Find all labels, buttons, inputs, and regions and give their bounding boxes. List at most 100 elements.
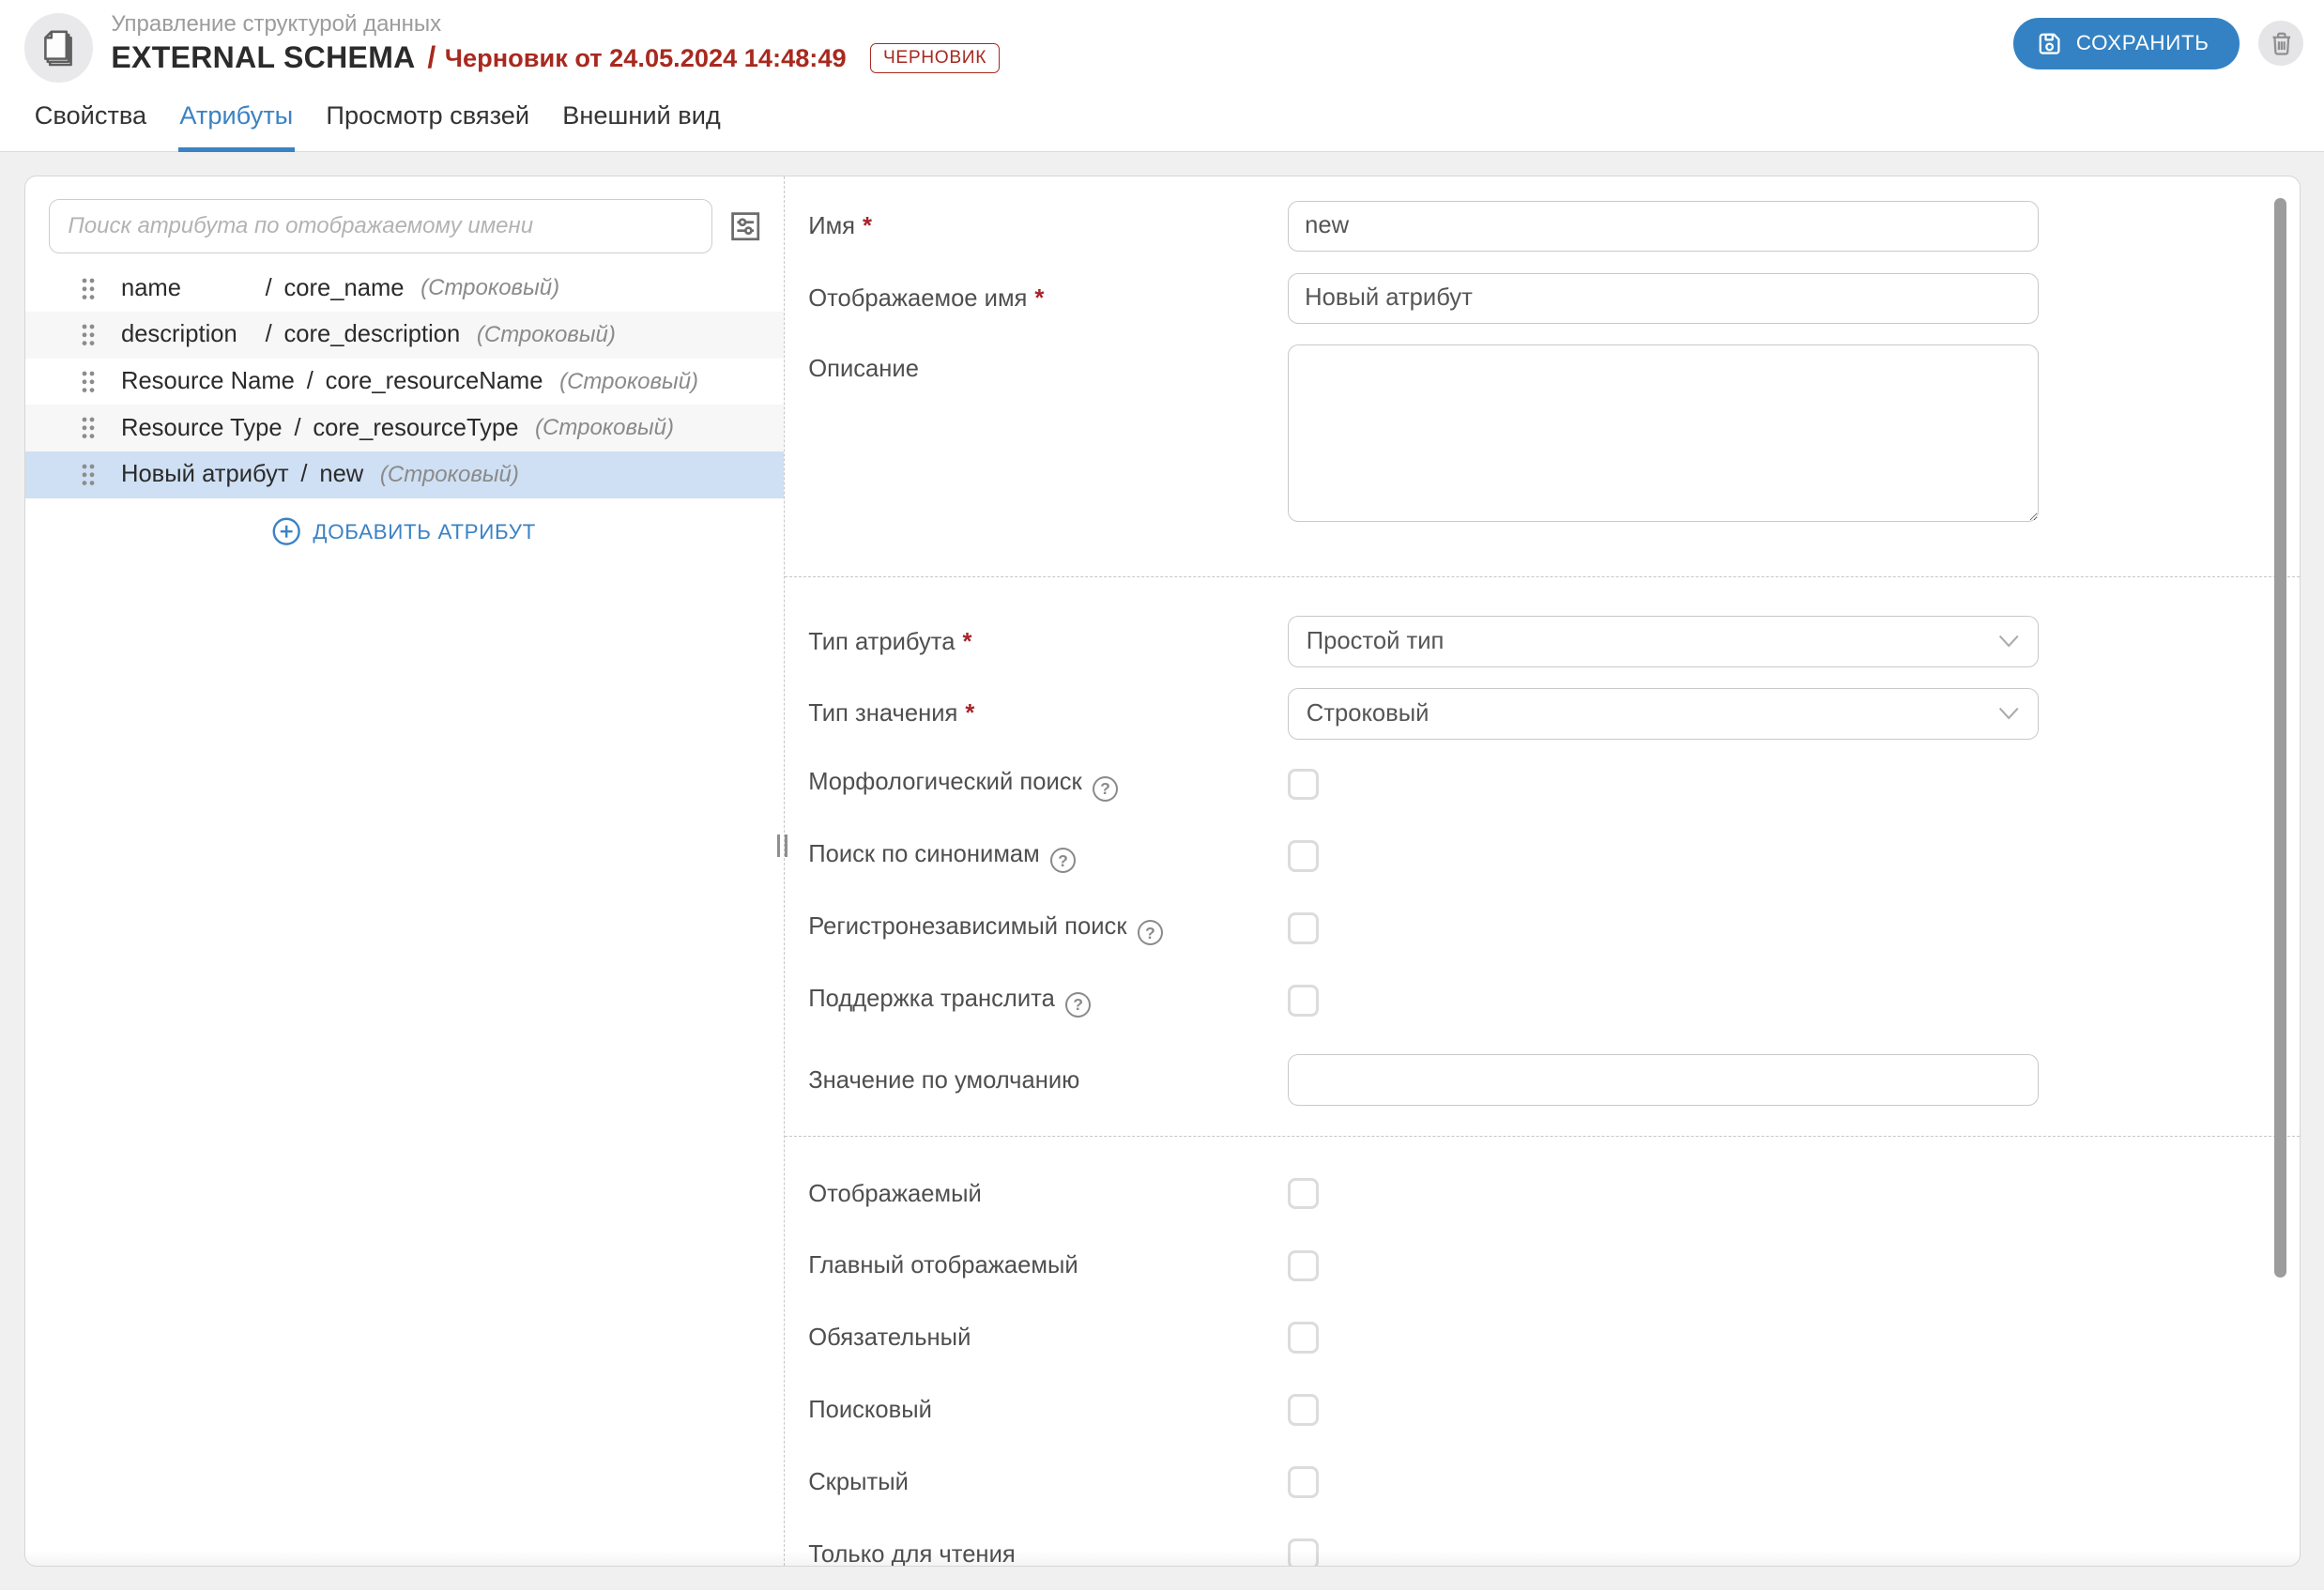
attr-row-description[interactable]: description / core_description (Строковы… [25, 312, 784, 359]
drag-dots-icon[interactable] [81, 277, 96, 301]
chevron-down-icon [1998, 707, 2019, 720]
splitter-grip[interactable] [777, 834, 787, 857]
delete-button[interactable] [2258, 21, 2303, 66]
tab-relations[interactable]: Просмотр связей [310, 87, 546, 151]
hidden-checkbox[interactable] [1288, 1466, 1320, 1498]
field-label-main-displayed: Главный отображаемый [808, 1250, 1287, 1280]
field-label-translit-support: Поддержка транслита? [808, 984, 1287, 1018]
attr-system-name: new [319, 461, 363, 488]
attr-row-new-selected[interactable]: Новый атрибут / new (Строковый) [25, 452, 784, 498]
attr-row-resource-name[interactable]: Resource Name / core_resourceName (Строк… [25, 359, 784, 406]
field-label-attribute-type: Тип атрибута* [808, 627, 1287, 657]
default-value-field[interactable] [1288, 1054, 2039, 1105]
question-circle-icon[interactable]: ? [1138, 920, 1163, 945]
drag-dots-icon[interactable] [81, 416, 96, 440]
attr-type: (Строковый) [420, 275, 559, 301]
page-title: EXTERNAL SCHEMA [111, 40, 415, 75]
flag-list: Отображаемый Главный отображаемый Обязат… [808, 1175, 2272, 1566]
attr-separator: / [266, 275, 272, 302]
draft-badge: ЧЕРНОВИК [870, 43, 1000, 73]
search-settings-button[interactable] [726, 207, 766, 246]
title-separator: / [427, 40, 436, 75]
draft-status-text: Черновик от 24.05.2024 14:48:49 [445, 43, 847, 73]
attr-display-name: Resource Name [121, 368, 295, 395]
add-attribute-label: ДОБАВИТЬ АТРИБУТ [313, 520, 536, 544]
save-button-label: СОХРАНИТЬ [2076, 31, 2209, 55]
attribute-type-select[interactable]: Простой тип [1288, 616, 2039, 666]
morphological-search-checkbox[interactable] [1288, 769, 1320, 801]
attr-type: (Строковый) [477, 322, 616, 348]
vertical-scrollbar-thumb[interactable] [2274, 198, 2286, 1278]
attr-type: (Строковый) [559, 369, 698, 395]
field-label-default-value: Значение по умолчанию [808, 1065, 1287, 1095]
attr-row-resource-type[interactable]: Resource Type / core_resourceType (Строк… [25, 405, 784, 452]
attr-system-name: core_name [283, 275, 404, 302]
tab-bar: Свойства Атрибуты Просмотр связей Внешни… [0, 87, 2324, 152]
app-subtitle: Управление структурой данных [111, 10, 2012, 38]
app-window: Управление структурой данных EXTERNAL SC… [0, 0, 2324, 1592]
value-type-value: Строковый [1307, 700, 1430, 727]
page-header: Управление структурой данных EXTERNAL SC… [0, 0, 2324, 87]
case-insensitive-search-checkbox[interactable] [1288, 912, 1320, 944]
drag-dots-icon[interactable] [81, 370, 96, 394]
tab-properties[interactable]: Свойства [18, 87, 163, 151]
attribute-search-input[interactable] [49, 199, 712, 253]
required-mark: * [965, 700, 974, 727]
content-area: name / core_name (Строковый) description… [0, 152, 2324, 1591]
field-label-name: Имя* [808, 211, 1287, 241]
field-label-morphological-search: Морфологический поиск? [808, 767, 1287, 801]
attr-display-name: name [121, 275, 253, 302]
question-circle-icon[interactable]: ? [1093, 776, 1118, 802]
attr-row-name[interactable]: name / core_name (Строковый) [25, 266, 784, 313]
question-circle-icon[interactable]: ? [1065, 992, 1091, 1018]
searchable-checkbox[interactable] [1288, 1394, 1320, 1426]
attr-separator: / [307, 368, 313, 395]
panel-splitter[interactable] [784, 176, 785, 1566]
attribute-type-value: Простой тип [1307, 628, 1445, 655]
question-circle-icon[interactable]: ? [1050, 848, 1076, 873]
field-label-description: Описание [808, 344, 1287, 384]
entity-avatar [24, 13, 94, 83]
floppy-icon [2037, 31, 2062, 56]
attr-display-name: Resource Type [121, 415, 283, 442]
required-mark: * [863, 213, 872, 239]
attr-system-name: core_description [283, 321, 460, 348]
displayed-checkbox[interactable] [1288, 1178, 1320, 1210]
tab-appearance[interactable]: Внешний вид [546, 87, 738, 151]
attr-separator: / [294, 415, 300, 442]
name-field[interactable] [1288, 201, 2039, 252]
field-label-synonym-search: Поиск по синонимам? [808, 839, 1287, 873]
title-block: Управление структурой данных EXTERNAL SC… [111, 10, 2012, 75]
attr-separator: / [266, 321, 272, 348]
translit-support-checkbox[interactable] [1288, 985, 1320, 1017]
tab-attributes[interactable]: Атрибуты [163, 87, 310, 151]
drag-dots-icon[interactable] [81, 463, 96, 487]
field-label-case-insensitive-search: Регистронезависимый поиск? [808, 911, 1287, 945]
main-displayed-checkbox[interactable] [1288, 1250, 1320, 1282]
attr-display-name: description [121, 321, 253, 348]
attr-system-name: core_resourceType [313, 415, 518, 442]
save-button[interactable]: СОХРАНИТЬ [2013, 18, 2240, 69]
value-type-select[interactable]: Строковый [1288, 688, 2039, 739]
required-mark: * [1034, 285, 1044, 312]
attr-system-name: core_resourceName [326, 368, 543, 395]
section-divider [785, 1136, 2301, 1137]
field-label-displayed: Отображаемый [808, 1179, 1287, 1209]
attribute-list: name / core_name (Строковый) description… [25, 266, 784, 498]
attr-display-name: Новый атрибут [121, 461, 289, 488]
field-label-hidden: Скрытый [808, 1467, 1287, 1497]
synonym-search-checkbox[interactable] [1288, 840, 1320, 872]
field-label-value-type: Тип значения* [808, 698, 1287, 728]
display-name-field[interactable] [1288, 273, 2039, 324]
chevron-down-icon [1998, 635, 2019, 648]
trash-icon [2270, 31, 2294, 56]
description-field[interactable] [1288, 344, 2039, 522]
drag-dots-icon[interactable] [81, 323, 96, 347]
add-attribute-button[interactable]: ДОБАВИТЬ АТРИБУТ [25, 517, 784, 545]
attr-separator: / [300, 461, 307, 488]
field-label-searchable: Поисковый [808, 1395, 1287, 1425]
attr-type: (Строковый) [380, 462, 519, 488]
required-checkbox[interactable] [1288, 1322, 1320, 1354]
section-divider [785, 576, 2301, 577]
read-only-checkbox[interactable] [1288, 1538, 1320, 1567]
